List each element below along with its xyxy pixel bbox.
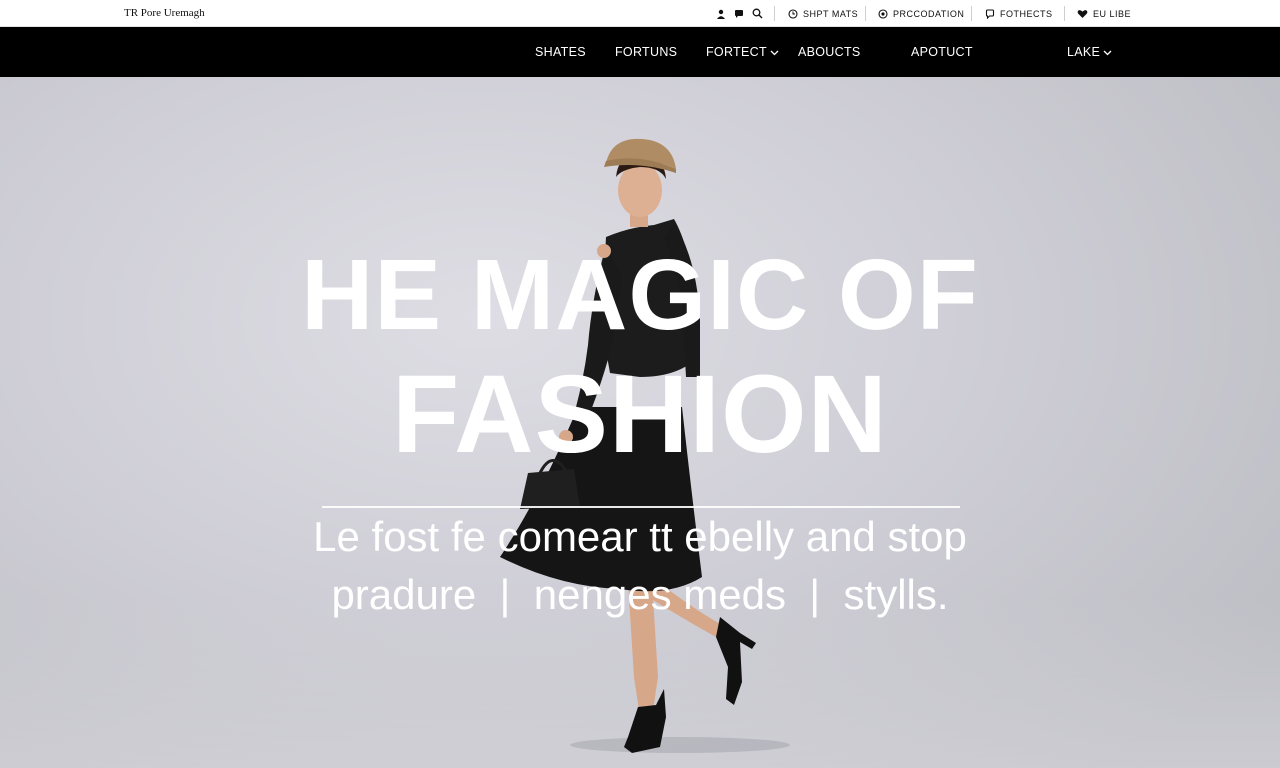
main-nav: SHATES FORTUNS FORTECT ABOUCTS APOTUCT L…: [0, 27, 1280, 77]
topbar-link-label: PRCCODATION: [893, 8, 965, 19]
nav-item-label: APOTUCT: [911, 45, 973, 59]
chat-bubble-icon[interactable]: [734, 0, 744, 27]
clock-icon: [788, 8, 798, 19]
nav-item-label: FORTECT: [706, 45, 767, 59]
topbar-link-0[interactable]: SHPT MATS: [788, 0, 858, 27]
hero-title-line2: FASHION: [392, 353, 888, 476]
hero-subtitle-line2: pradure | nenges meds | stylls.: [331, 571, 949, 618]
divider: [774, 6, 775, 21]
utility-bar: TR Pore Uremagh SHPT MATS PRCCODATION FO…: [0, 0, 1280, 27]
topbar-link-label: FOTHECTS: [1000, 8, 1053, 19]
divider: [1064, 6, 1065, 21]
topbar-link-label: SHPT MATS: [803, 8, 859, 19]
chevron-down-icon: [770, 45, 779, 59]
nav-item-lake[interactable]: LAKE: [1067, 27, 1112, 77]
topbar-link-label: EU LIBE: [1093, 8, 1132, 19]
nav-item-aboucts[interactable]: ABOUCTS: [798, 27, 861, 77]
chat-icon: [985, 8, 995, 19]
divider: [971, 6, 972, 21]
hero-divider: [322, 506, 960, 508]
search-icon[interactable]: [752, 0, 763, 27]
hero-title-line1: HE MAGIC OF: [301, 239, 979, 351]
nav-item-fortect[interactable]: FORTECT: [706, 27, 779, 77]
hero-banner: HE MAGIC OF FASHION Le fost fe comear tt…: [0, 77, 1280, 768]
nav-item-label: SHATES: [535, 45, 586, 59]
heart-icon: [1077, 9, 1088, 19]
brand-name[interactable]: TR Pore Uremagh: [124, 7, 205, 19]
nav-item-shates[interactable]: SHATES: [535, 27, 586, 77]
nav-item-apotuct[interactable]: APOTUCT: [911, 27, 973, 77]
hero-subtitle-line1: Le fost fe comear tt ebelly and stop: [313, 513, 967, 560]
chevron-down-icon: [1103, 45, 1112, 59]
topbar-link-1[interactable]: PRCCODATION: [878, 0, 964, 27]
user-icon[interactable]: [716, 0, 726, 27]
nav-item-label: LAKE: [1067, 45, 1101, 59]
divider: [865, 6, 866, 21]
topbar-link-2[interactable]: FOTHECTS: [985, 0, 1053, 27]
circle-dot-icon: [878, 8, 888, 19]
nav-item-label: FORTUNS: [615, 45, 678, 59]
page: TR Pore Uremagh SHPT MATS PRCCODATION FO…: [0, 0, 1280, 768]
nav-item-fortuns[interactable]: FORTUNS: [615, 27, 677, 77]
topbar-link-3[interactable]: EU LIBE: [1077, 0, 1131, 27]
nav-item-label: ABOUCTS: [798, 45, 861, 59]
